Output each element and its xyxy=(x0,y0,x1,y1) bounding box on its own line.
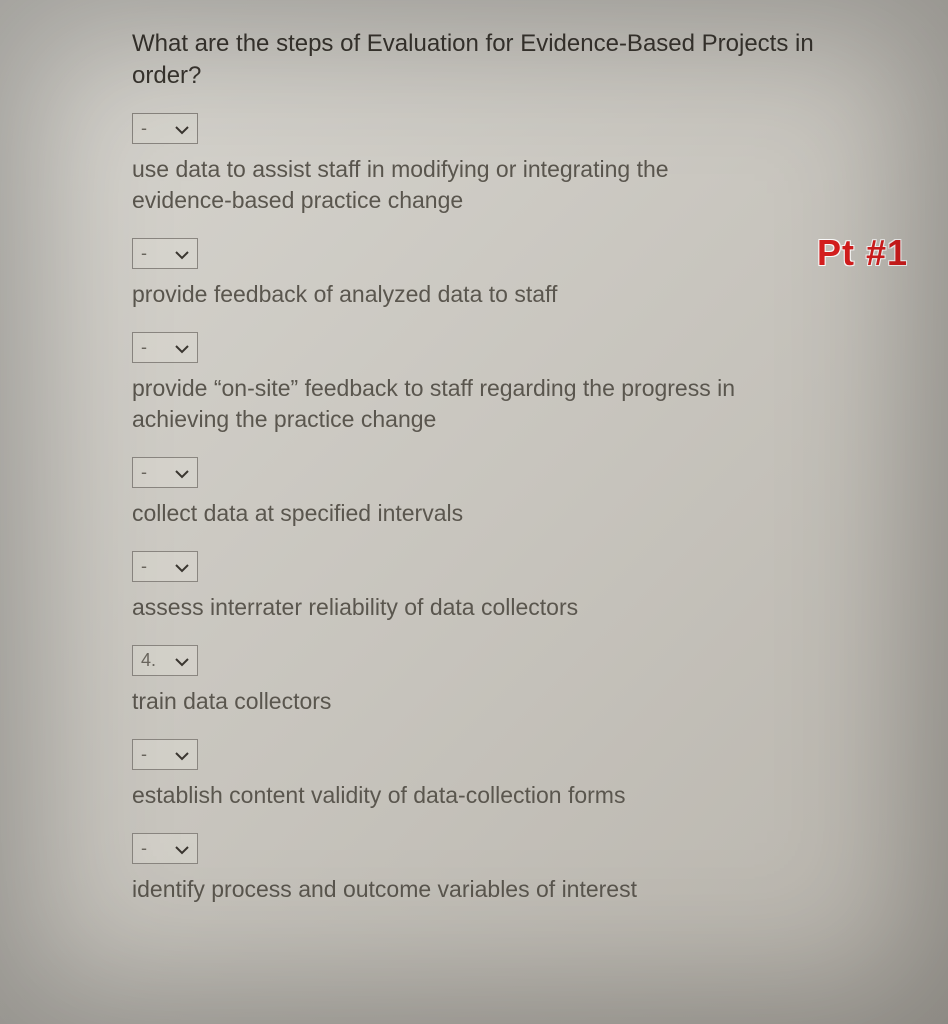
item-text: establish content validity of data-colle… xyxy=(132,780,772,811)
order-select[interactable]: - xyxy=(132,457,198,488)
order-item: - provide feedback of analyzed data to s… xyxy=(132,238,848,310)
item-text: collect data at specified intervals xyxy=(132,498,772,529)
select-value: - xyxy=(141,118,161,139)
select-value: - xyxy=(141,838,161,859)
select-value: - xyxy=(141,462,161,483)
order-item: - collect data at specified intervals xyxy=(132,457,848,529)
item-text: use data to assist staff in modifying or… xyxy=(132,154,772,216)
order-select[interactable]: 4. xyxy=(132,645,198,676)
order-item: - assess interrater reliability of data … xyxy=(132,551,848,623)
select-value: - xyxy=(141,337,161,358)
order-select[interactable]: - xyxy=(132,332,198,363)
order-select[interactable]: - xyxy=(132,739,198,770)
item-text: assess interrater reliability of data co… xyxy=(132,592,772,623)
order-item: 4. train data collectors xyxy=(132,645,848,717)
select-value: - xyxy=(141,556,161,577)
order-select[interactable]: - xyxy=(132,113,198,144)
item-text: identify process and outcome variables o… xyxy=(132,874,772,905)
item-text: train data collectors xyxy=(132,686,772,717)
chevron-down-icon xyxy=(175,751,189,761)
chevron-down-icon xyxy=(175,845,189,855)
order-select[interactable]: - xyxy=(132,551,198,582)
select-value: - xyxy=(141,243,161,264)
chevron-down-icon xyxy=(175,250,189,260)
chevron-down-icon xyxy=(175,125,189,135)
chevron-down-icon xyxy=(175,344,189,354)
order-item: - establish content validity of data-col… xyxy=(132,739,848,811)
chevron-down-icon xyxy=(175,657,189,667)
item-text: provide “on-site” feedback to staff rega… xyxy=(132,373,772,435)
item-text: provide feedback of analyzed data to sta… xyxy=(132,279,772,310)
question-title: What are the steps of Evaluation for Evi… xyxy=(132,28,848,93)
order-item: - use data to assist staff in modifying … xyxy=(132,113,848,216)
order-item: - provide “on-site” feedback to staff re… xyxy=(132,332,848,435)
select-value: 4. xyxy=(141,650,161,671)
chevron-down-icon xyxy=(175,563,189,573)
order-item: - identify process and outcome variables… xyxy=(132,833,848,905)
chevron-down-icon xyxy=(175,469,189,479)
part-annotation: Pt #1 xyxy=(817,232,908,274)
select-value: - xyxy=(141,744,161,765)
order-select[interactable]: - xyxy=(132,833,198,864)
order-select[interactable]: - xyxy=(132,238,198,269)
